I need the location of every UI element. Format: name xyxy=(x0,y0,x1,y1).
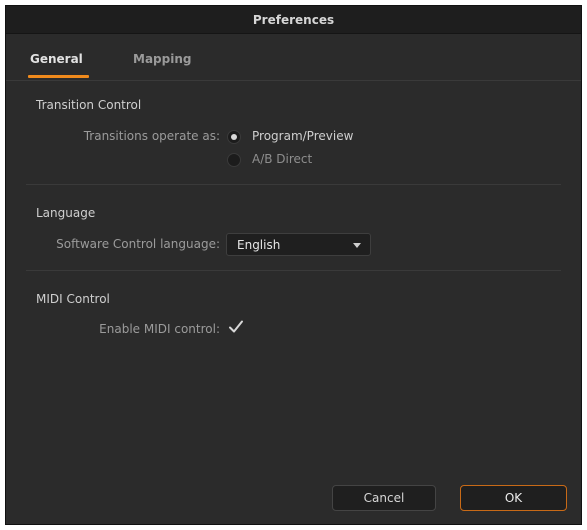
transition-control-heading: Transition Control xyxy=(36,98,142,112)
enable-midi-label: Enable MIDI control: xyxy=(99,322,220,336)
radio-selected-dot xyxy=(231,134,237,140)
language-select-value: English xyxy=(237,238,281,252)
dialog-title: Preferences xyxy=(6,6,581,34)
tab-general[interactable]: General xyxy=(30,52,83,66)
section-divider xyxy=(26,184,561,185)
tab-bar: General Mapping xyxy=(6,34,581,81)
chevron-down-icon xyxy=(353,243,361,248)
language-heading: Language xyxy=(36,206,96,220)
software-control-language-label: Software Control language: xyxy=(56,237,220,251)
transitions-operate-label: Transitions operate as: xyxy=(83,129,220,143)
language-select[interactable]: English xyxy=(226,233,371,256)
enable-midi-checkbox[interactable] xyxy=(227,318,245,336)
section-divider xyxy=(26,270,561,271)
radio-program-preview-label[interactable]: Program/Preview xyxy=(252,129,353,143)
radio-ab-direct[interactable] xyxy=(227,153,241,167)
radio-ab-direct-label[interactable]: A/B Direct xyxy=(252,152,312,166)
preferences-dialog: Preferences General Mapping Transition C… xyxy=(5,5,582,525)
ok-button[interactable]: OK xyxy=(460,485,567,511)
checkmark-icon xyxy=(229,320,243,333)
midi-control-heading: MIDI Control xyxy=(36,292,110,306)
active-tab-indicator xyxy=(28,75,89,78)
radio-program-preview[interactable] xyxy=(227,130,241,144)
tab-mapping[interactable]: Mapping xyxy=(133,52,191,66)
cancel-button[interactable]: Cancel xyxy=(332,485,436,511)
